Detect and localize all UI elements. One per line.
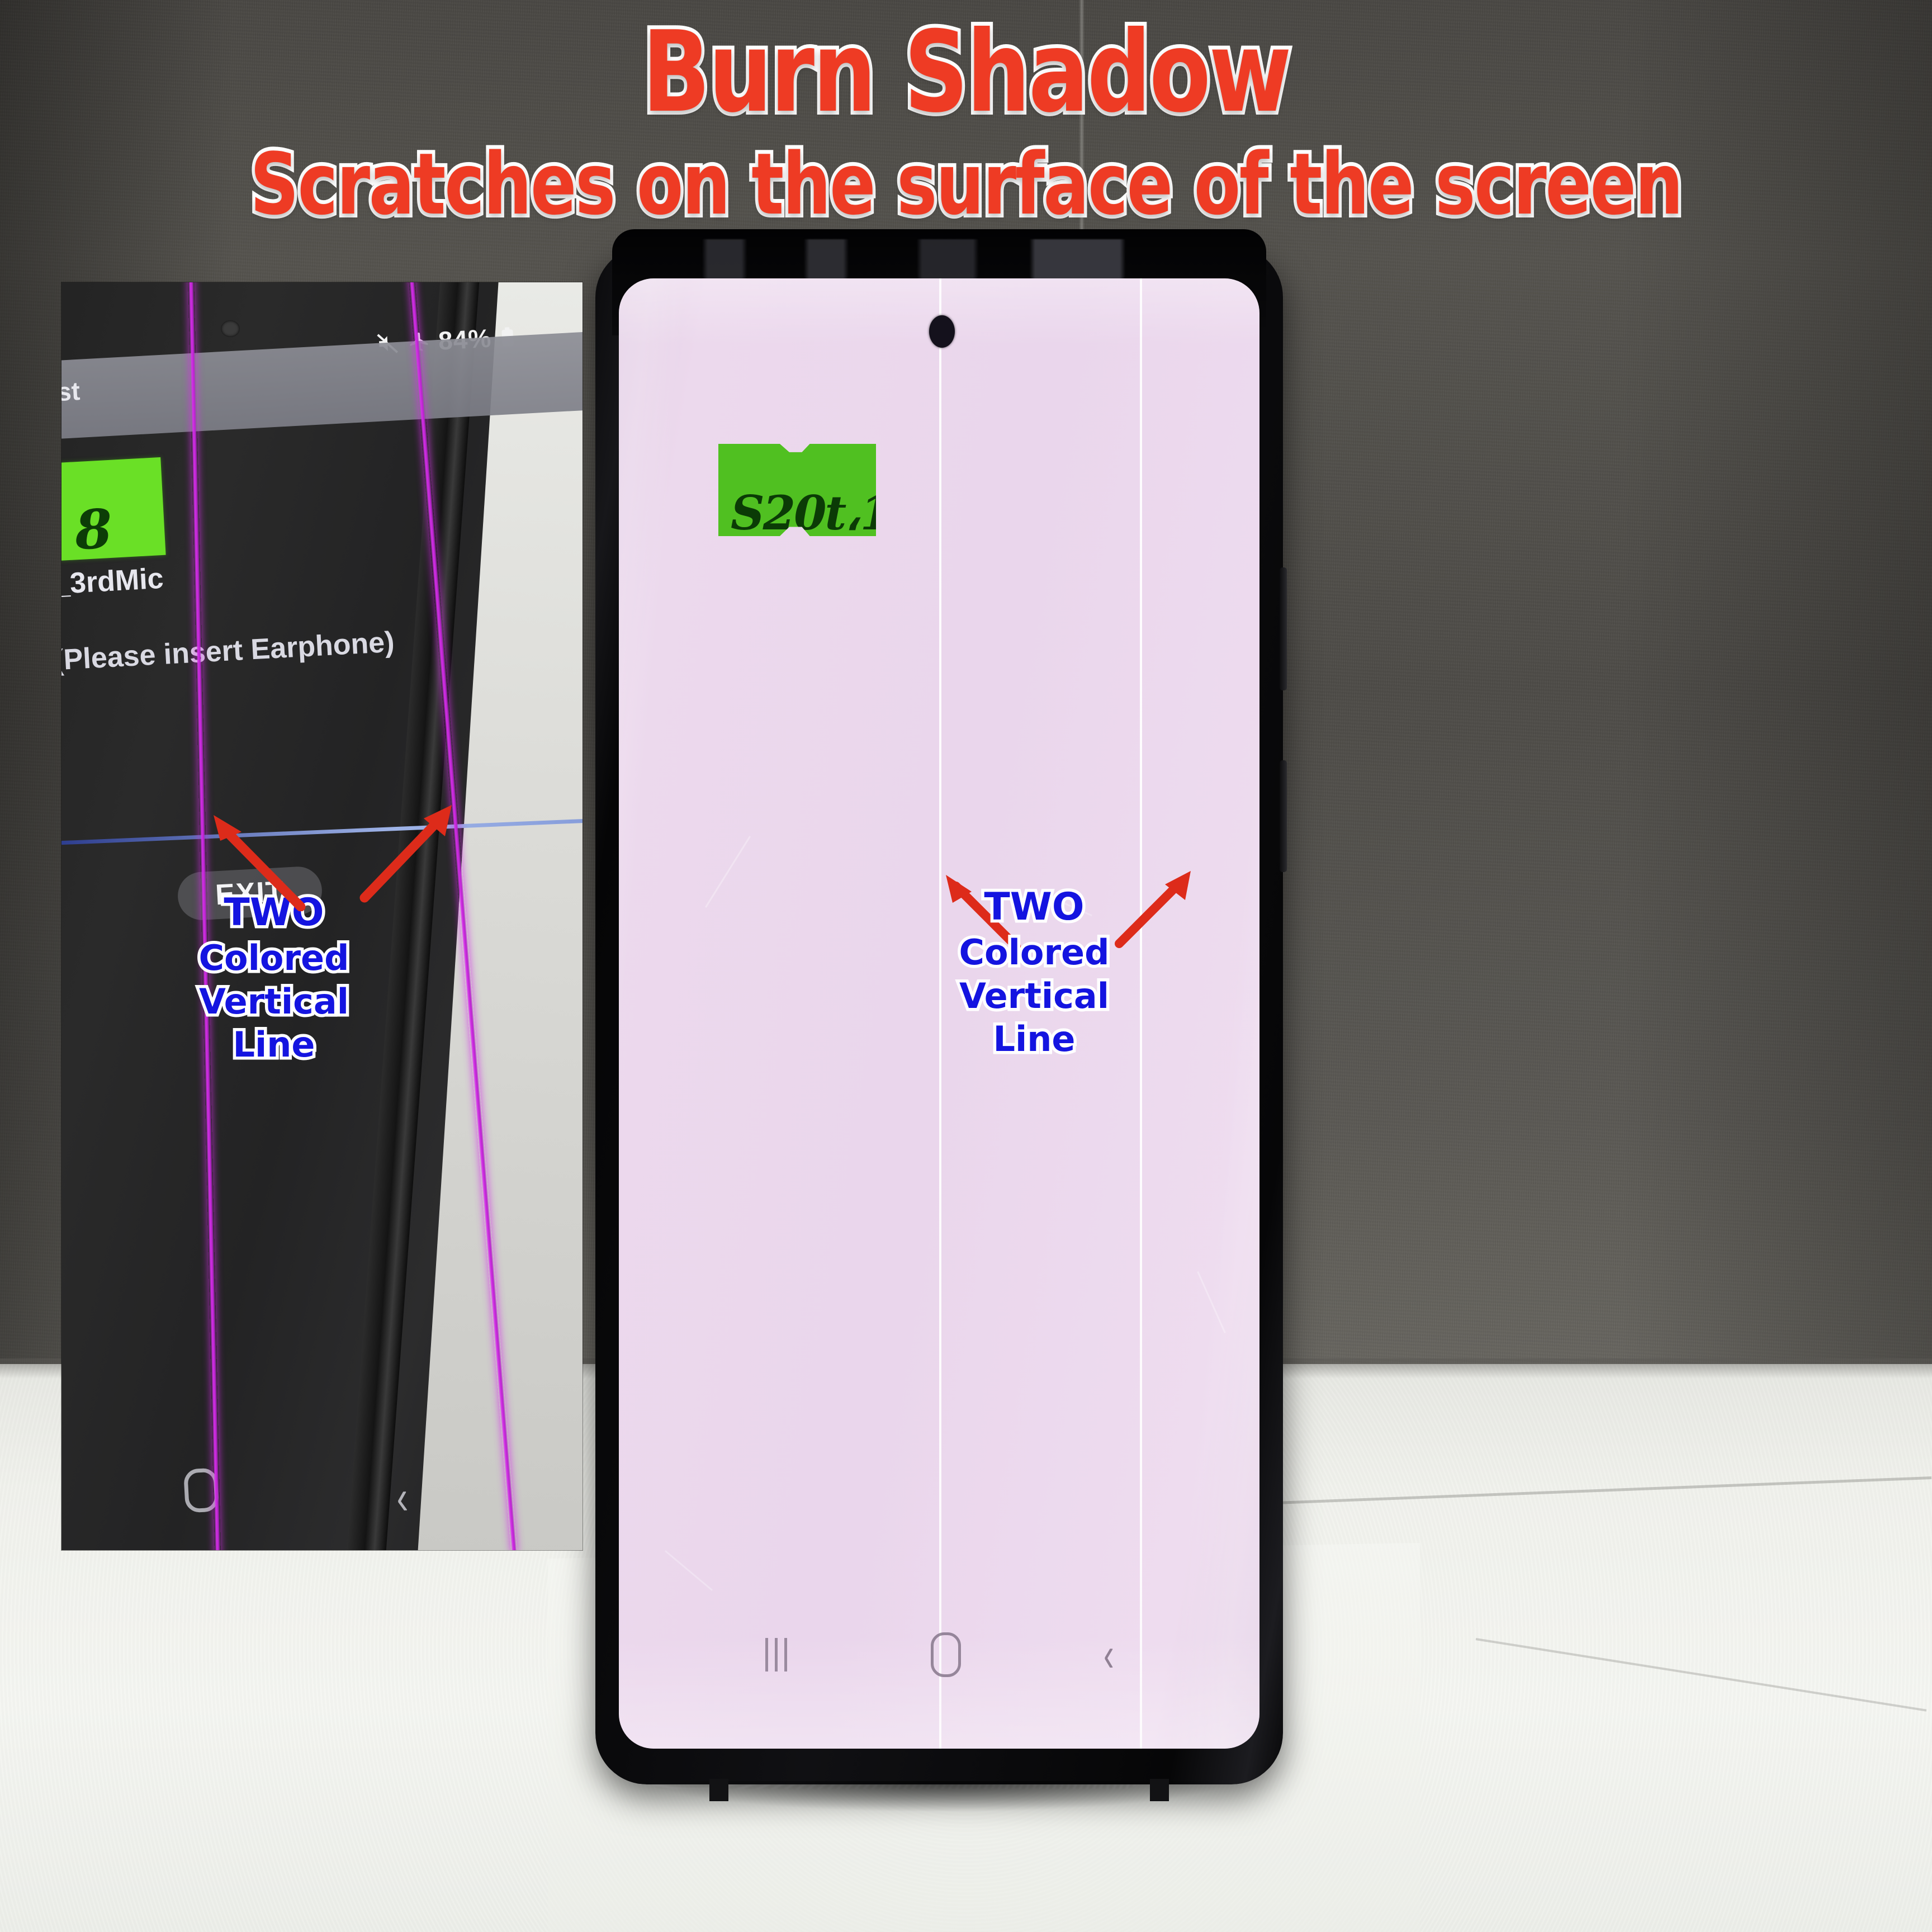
sticker-text: S20t،18 [731,485,926,541]
annotation-line-3: Vertical [956,972,1112,1019]
back-icon[interactable]: ‹ [1104,1631,1114,1679]
annotation-line-3: Vertical [196,978,352,1025]
headline-primary: Burn Shadow [639,7,1295,138]
screenshot-canvas: Burn Shadow Scratches on the surface of … [0,0,1932,1932]
annotation-arrow-left [214,815,306,911]
inset-front-camera-icon [221,320,240,337]
home-icon[interactable] [930,1632,961,1677]
annotation-line-4: Line [230,1021,318,1068]
annotation-line-2: Colored [196,935,352,982]
screen-glare-top [619,278,1259,345]
inset-annotation-text: TWO Colored Vertical Line [168,888,380,1068]
headline-block: Burn Shadow Scratches on the surface of … [0,7,1932,234]
screen-glare-bottom [619,1637,1259,1749]
green-sticker: S20t،18 [718,444,876,536]
screen-scratch [704,836,751,908]
volume-button[interactable] [1280,567,1287,690]
phone-stand-left [709,1779,728,1801]
inset-app-title: st [61,376,81,407]
power-button[interactable] [1280,760,1287,872]
inset-green-sticker: 8 [61,457,166,562]
front-camera-icon [929,315,955,348]
navigation-bar: ‹ [619,1627,1259,1683]
inset-list-item[interactable]: _3rdMic [61,562,164,602]
annotation-arrow-right [359,805,452,903]
screen-scratch [1197,1271,1226,1333]
annotation-line-2: Colored [956,929,1112,976]
inset-sticker-text: 8 [73,496,114,562]
phone-shadow [657,1781,1221,1811]
main-annotation-text: TWO Colored Vertical Line [922,882,1146,1063]
phone-stand-right [1150,1779,1169,1801]
screen-scratch [664,1550,713,1592]
annotation-line-1: TWO [981,882,1087,932]
headline-secondary: Scratches on the surface of the screen [247,135,1687,234]
recent-apps-icon[interactable] [761,1637,790,1673]
annotation-line-4: Line [990,1016,1078,1063]
